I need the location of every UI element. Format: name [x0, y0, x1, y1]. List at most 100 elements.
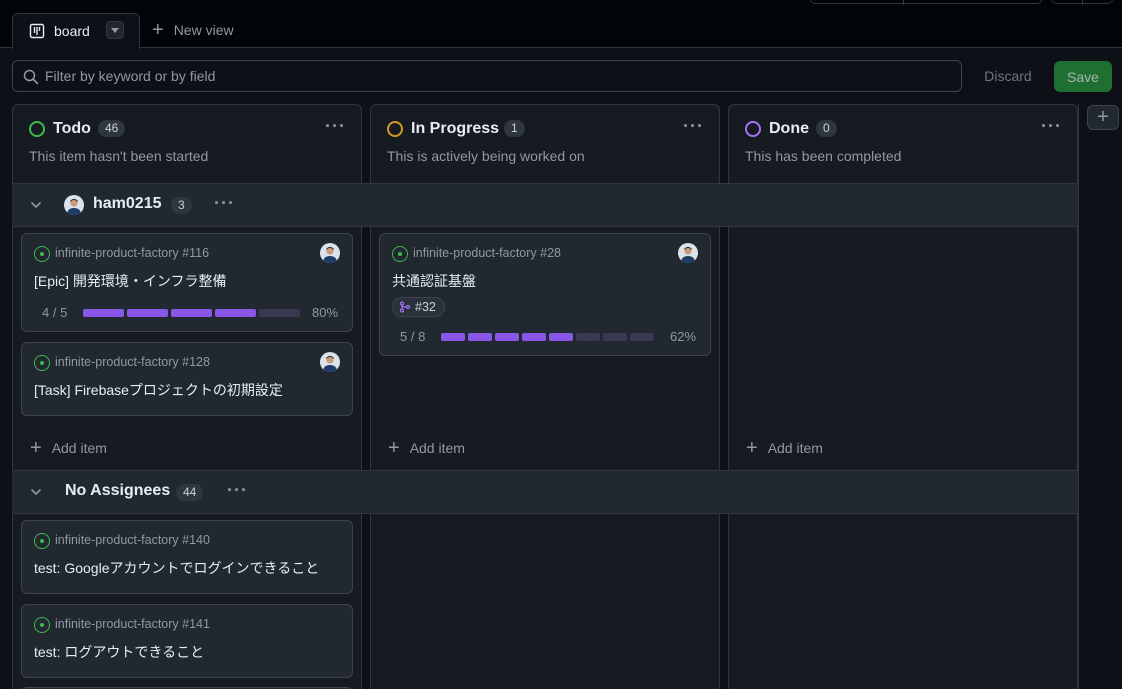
- board-icon: [29, 23, 45, 39]
- chevron-down-icon[interactable]: [29, 485, 43, 499]
- progress-segment: [522, 333, 546, 341]
- add-item-label: Add item: [409, 440, 465, 456]
- column-header-todo: Todo 46 This item hasn't been started ··…: [12, 104, 362, 184]
- progress-segment: [171, 309, 212, 317]
- pull-request-icon: [399, 301, 411, 313]
- header-icon-button-group[interactable]: [1051, 0, 1113, 5]
- tab-board-view[interactable]: board: [12, 13, 140, 49]
- column-header-in-progress: In Progress 1 This is actively being wor…: [370, 104, 720, 184]
- progress-segment: [549, 333, 573, 341]
- issue-repo-number[interactable]: infinite-product-factory #128: [55, 355, 210, 369]
- plus-icon: +: [746, 437, 758, 459]
- issue-title[interactable]: test: ログアウトできること: [34, 642, 204, 662]
- issue-open-icon: [34, 246, 50, 262]
- add-item-button-todo[interactable]: + Add item: [30, 438, 107, 458]
- avatar: [64, 195, 84, 215]
- issue-open-icon: [34, 355, 50, 371]
- subissue-progress-bar: [83, 309, 300, 317]
- issue-title[interactable]: [Epic] 開発環境・インフラ整備: [34, 271, 226, 291]
- discard-button[interactable]: Discard: [972, 61, 1044, 91]
- issue-open-icon: [34, 533, 50, 549]
- column-description: This is actively being worked on: [387, 148, 585, 164]
- status-circle-icon: [387, 121, 403, 137]
- swimlane-menu-kebab-icon[interactable]: ···: [227, 480, 248, 501]
- progress-segment: [603, 333, 627, 341]
- issue-card[interactable]: infinite-product-factory #128 [Task] Fir…: [21, 342, 353, 416]
- column-header-done: Done 0 This has been completed ···: [728, 104, 1078, 184]
- column-title: Todo: [53, 120, 91, 137]
- column-menu-kebab-icon[interactable]: ···: [325, 116, 346, 137]
- issue-open-icon: [34, 617, 50, 633]
- add-column-button[interactable]: +: [1087, 105, 1119, 130]
- subissue-progress-label: 4 / 5: [42, 305, 68, 320]
- assignee-avatar[interactable]: [320, 352, 340, 372]
- progress-segment: [259, 309, 300, 317]
- header-button-group[interactable]: [810, 0, 1042, 5]
- swimlane-header-ham0215: ham0215 3 ···: [12, 183, 1078, 227]
- issue-repo-number[interactable]: infinite-product-factory #28: [413, 246, 561, 260]
- column-title: In Progress: [411, 120, 500, 137]
- subissue-progress-percent: 80%: [312, 305, 339, 320]
- issue-card[interactable]: infinite-product-factory #116 [Epic] 開発環…: [21, 233, 353, 332]
- status-circle-icon: [29, 121, 45, 137]
- tab-board-label: board: [54, 23, 90, 39]
- chevron-down-icon[interactable]: [29, 198, 43, 212]
- issue-repo-number[interactable]: infinite-product-factory #140: [55, 533, 210, 547]
- board-right-edge: [1078, 104, 1079, 689]
- progress-segment: [127, 309, 168, 317]
- linked-pull-request-tag[interactable]: #32: [392, 297, 445, 317]
- column-count-badge: 1: [504, 120, 525, 137]
- issue-repo-number[interactable]: infinite-product-factory #116: [55, 246, 209, 260]
- issue-title[interactable]: test: Googleアカウントでログインできること: [34, 558, 319, 578]
- subissue-progress-bar: [441, 333, 654, 341]
- add-item-label: Add item: [767, 440, 823, 456]
- status-circle-icon: [745, 121, 761, 137]
- column-menu-kebab-icon[interactable]: ···: [683, 116, 704, 137]
- plus-icon: +: [388, 437, 400, 459]
- subissue-progress-label: 5 / 8: [400, 329, 426, 344]
- assignee-avatar[interactable]: [320, 243, 340, 263]
- add-item-button-done[interactable]: + Add item: [746, 438, 823, 458]
- progress-segment: [468, 333, 492, 341]
- issue-card[interactable]: infinite-product-factory #28 共通認証基盤 #32 …: [379, 233, 711, 356]
- column-title: Done: [769, 120, 809, 137]
- add-item-label: Add item: [51, 440, 107, 456]
- save-button[interactable]: Save: [1054, 61, 1112, 92]
- new-view-button[interactable]: + New view: [152, 20, 234, 40]
- pr-number: #32: [415, 300, 436, 314]
- new-view-label: New view: [173, 22, 234, 38]
- column-description: This item hasn't been started: [29, 148, 209, 164]
- swimlane-header-no-assignees: No Assignees 44 ···: [12, 470, 1078, 514]
- swimlane-title: ham0215: [93, 195, 162, 212]
- add-item-button-in-progress[interactable]: + Add item: [388, 438, 465, 458]
- plus-icon: +: [30, 437, 42, 459]
- progress-segment: [576, 333, 600, 341]
- swimlane-title: No Assignees: [65, 482, 171, 499]
- filter-bar[interactable]: [12, 60, 962, 92]
- filter-input[interactable]: [45, 61, 945, 91]
- issue-card[interactable]: infinite-product-factory #140 test: Goog…: [21, 520, 353, 594]
- view-options-dropdown[interactable]: [106, 21, 124, 39]
- column-description: This has been completed: [745, 148, 902, 164]
- issue-title[interactable]: 共通認証基盤: [392, 271, 476, 291]
- swimlane-count-badge: 3: [171, 197, 192, 214]
- progress-segment: [495, 333, 519, 341]
- plus-icon: +: [152, 19, 164, 41]
- subissue-progress-percent: 62%: [670, 329, 697, 344]
- swimlane-menu-kebab-icon[interactable]: ···: [214, 193, 235, 214]
- issue-title[interactable]: [Task] Firebaseプロジェクトの初期設定: [34, 380, 283, 400]
- column-menu-kebab-icon[interactable]: ···: [1041, 116, 1062, 137]
- progress-segment: [215, 309, 256, 317]
- assignee-avatar[interactable]: [678, 243, 698, 263]
- search-icon: [23, 69, 39, 85]
- issue-repo-number[interactable]: infinite-product-factory #141: [55, 617, 210, 631]
- column-count-badge: 46: [98, 120, 126, 137]
- issue-card[interactable]: infinite-product-factory #141 test: ログアウ…: [21, 604, 353, 678]
- triangle-down-icon: [111, 27, 119, 33]
- progress-segment: [630, 333, 654, 341]
- issue-open-icon: [392, 246, 408, 262]
- progress-segment: [83, 309, 124, 317]
- column-count-badge: 0: [816, 120, 837, 137]
- swimlane-count-badge: 44: [176, 484, 204, 501]
- progress-segment: [441, 333, 465, 341]
